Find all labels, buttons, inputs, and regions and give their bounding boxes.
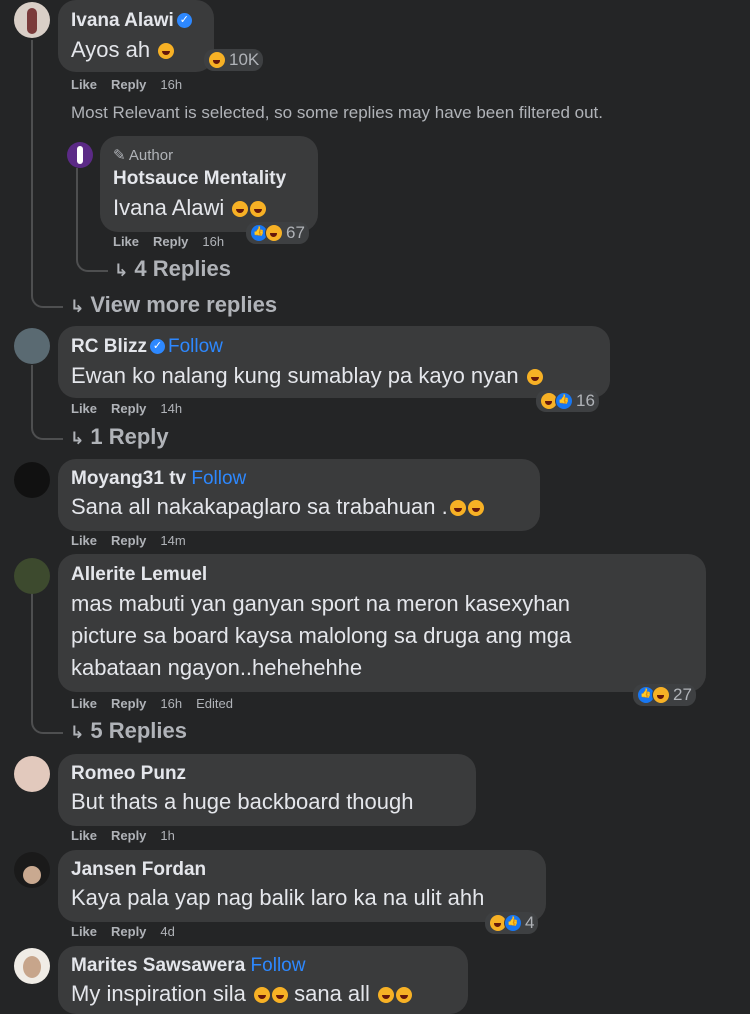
comment-text: Kaya pala yap nag balik laro ka na ulit … xyxy=(71,885,485,910)
like-button[interactable]: Like xyxy=(71,533,97,548)
timestamp: 4d xyxy=(160,924,175,939)
timestamp: 1h xyxy=(160,828,175,843)
comment-text-line: mas mabuti yan ganyan sport na meron kas… xyxy=(71,591,570,616)
comment-actions: Like Reply 4d xyxy=(71,924,189,939)
laughing-emoji-icon xyxy=(250,201,267,218)
avatar[interactable] xyxy=(14,328,50,364)
comment-author[interactable]: Ivana Alawi ✓ xyxy=(71,10,195,32)
avatar[interactable] xyxy=(14,462,50,498)
view-replies-link[interactable]: ↳ 4 Replies xyxy=(114,256,231,282)
haha-reaction-icon xyxy=(652,686,670,704)
reply-button[interactable]: Reply xyxy=(111,401,146,416)
timestamp: 14m xyxy=(160,533,186,548)
comment-author[interactable]: Romeo Punz xyxy=(71,763,186,785)
comment-actions: Like Reply 16h xyxy=(71,77,196,92)
author-badge: ✎ Author xyxy=(113,147,174,164)
avatar[interactable] xyxy=(14,2,50,38)
like-button[interactable]: Like xyxy=(113,234,139,249)
laughing-emoji-icon xyxy=(158,43,175,60)
comment-author[interactable]: Allerite Lemuel xyxy=(71,564,207,586)
reply-button[interactable]: Reply xyxy=(111,77,146,92)
comment-author[interactable]: Jansen Fordan xyxy=(71,859,206,881)
comment-text: Ayos ah xyxy=(71,34,175,66)
comment-actions: Like Reply 14m xyxy=(71,533,200,548)
reply-button[interactable]: Reply xyxy=(111,696,146,711)
laughing-emoji-icon xyxy=(232,201,249,218)
comment-text-line: picture sa board kaysa malolong sa druga… xyxy=(71,623,572,648)
reaction-count[interactable]: 16 xyxy=(536,390,599,412)
avatar[interactable] xyxy=(14,948,50,984)
laughing-emoji-icon xyxy=(253,987,270,1004)
comment-actions: Like Reply 14h xyxy=(71,401,196,416)
reply-arrow-icon: ↳ xyxy=(70,297,85,316)
laughing-emoji-icon xyxy=(396,987,413,1004)
comment-author[interactable]: Moyang31 tv Follow xyxy=(71,468,246,490)
like-reaction-icon xyxy=(504,914,522,932)
laughing-emoji-icon xyxy=(378,987,395,1004)
filter-notice: Most Relevant is selected, so some repli… xyxy=(71,103,603,122)
follow-button[interactable]: Follow xyxy=(191,468,246,489)
comment-author[interactable]: Marites Sawsawera Follow xyxy=(71,955,305,977)
reply-arrow-icon: ↳ xyxy=(114,261,129,280)
follow-button[interactable]: Follow xyxy=(168,336,223,357)
reaction-count[interactable]: 67 xyxy=(246,222,309,244)
reply-button[interactable]: Reply xyxy=(111,533,146,548)
comment-text: Ewan ko nalang kung sumablay pa kayo nya… xyxy=(71,360,543,392)
like-button[interactable]: Like xyxy=(71,77,97,92)
reply-button[interactable]: Reply xyxy=(111,924,146,939)
reaction-count[interactable]: 27 xyxy=(633,684,696,706)
reaction-count[interactable]: 4 xyxy=(485,912,539,934)
reply-arrow-icon: ↳ xyxy=(70,723,85,742)
avatar[interactable] xyxy=(14,558,50,594)
reply-text: Ivana Alawi xyxy=(113,192,267,224)
view-replies-link[interactable]: ↳ 5 Replies xyxy=(70,718,187,744)
verified-icon: ✓ xyxy=(176,13,192,29)
comment-text: But thats a huge backboard though xyxy=(71,789,414,814)
comment-actions: Like Reply 16h Edited xyxy=(71,696,247,711)
laughing-emoji-icon xyxy=(449,500,466,517)
reply-arrow-icon: ↳ xyxy=(70,429,85,448)
timestamp: 16h xyxy=(202,234,225,249)
thread-line xyxy=(31,40,63,308)
verified-icon: ✓ xyxy=(150,339,165,355)
reply-button[interactable]: Reply xyxy=(111,828,146,843)
like-button[interactable]: Like xyxy=(71,401,97,416)
edited-label: Edited xyxy=(196,696,233,711)
haha-reaction-icon xyxy=(265,224,283,242)
laughing-emoji-icon xyxy=(467,500,484,517)
follow-button[interactable]: Follow xyxy=(251,955,306,976)
reply-button[interactable]: Reply xyxy=(153,234,188,249)
avatar[interactable] xyxy=(14,852,50,888)
view-replies-link[interactable]: ↳ 1 Reply xyxy=(70,424,169,450)
pencil-icon: ✎ xyxy=(113,147,126,164)
comment-actions: Like Reply 1h xyxy=(71,828,189,843)
reply-actions: Like Reply 16h xyxy=(113,234,238,249)
view-more-replies-link[interactable]: ↳ View more replies xyxy=(70,292,277,318)
timestamp: 14h xyxy=(160,401,183,416)
reaction-count[interactable]: 10K xyxy=(204,49,264,71)
like-button[interactable]: Like xyxy=(71,696,97,711)
like-button[interactable]: Like xyxy=(71,924,97,939)
comment-text: My inspiration sila sana all xyxy=(71,978,413,1010)
haha-reaction-icon xyxy=(208,51,226,69)
timestamp: 16h xyxy=(160,696,183,711)
like-button[interactable]: Like xyxy=(71,828,97,843)
avatar[interactable] xyxy=(14,756,50,792)
comment-text-line: kabataan ngayon..hehehehhe xyxy=(71,655,363,680)
laughing-emoji-icon xyxy=(271,987,288,1004)
like-reaction-icon xyxy=(555,392,573,410)
avatar[interactable] xyxy=(67,142,93,168)
reply-author[interactable]: Hotsauce Mentality xyxy=(113,168,286,190)
laughing-emoji-icon xyxy=(526,369,543,386)
comment-author[interactable]: RC Blizz ✓ Follow xyxy=(71,336,223,358)
timestamp: 16h xyxy=(160,77,183,92)
comment-text: Sana all nakakapaglaro sa trabahuan . xyxy=(71,491,484,523)
